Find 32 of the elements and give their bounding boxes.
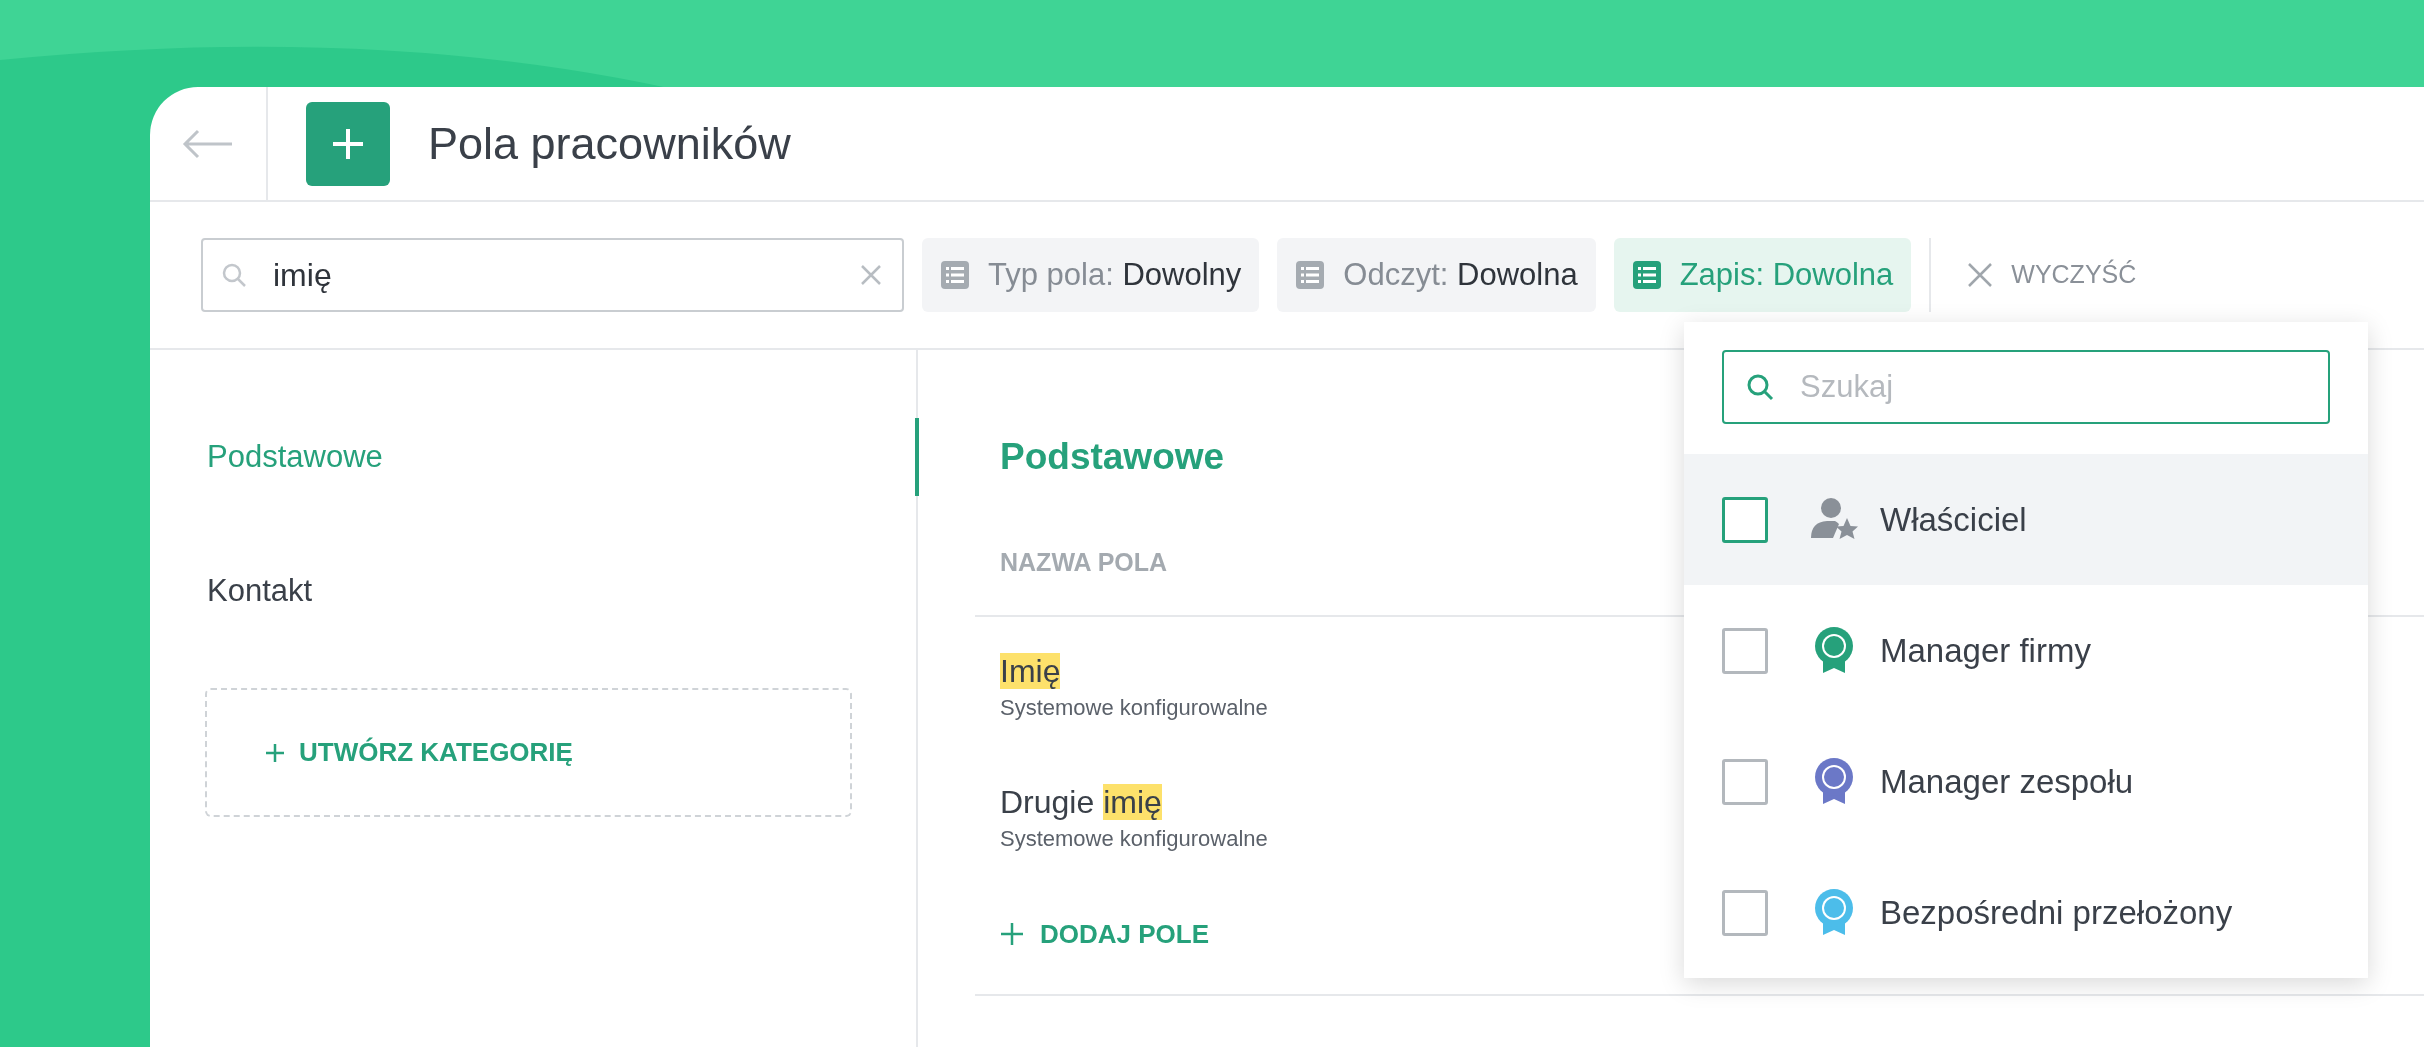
filter-chip[interactable]: Odczyt: Dowolna: [1277, 238, 1596, 312]
field-subtitle: Systemowe konfigurowalne: [1000, 693, 1268, 722]
add-button[interactable]: [306, 101, 390, 186]
plus-icon: [265, 742, 285, 763]
list-icon: [1295, 260, 1326, 290]
search-icon: [1746, 373, 1774, 401]
role-option[interactable]: Manager zespołu: [1684, 716, 2368, 847]
checkbox[interactable]: [1722, 758, 1768, 805]
close-icon: [1967, 262, 1994, 288]
checkbox[interactable]: [1722, 496, 1768, 543]
field-subtitle: Systemowe konfigurowalne: [1000, 824, 1268, 853]
checkbox[interactable]: [1722, 627, 1768, 674]
list-icon: [1631, 260, 1662, 290]
plus-icon: [331, 126, 365, 161]
plus-icon: [1000, 922, 1024, 946]
search-field[interactable]: Szukaj: [1722, 350, 2330, 424]
list-icon: [940, 260, 970, 290]
back-arrow-icon: [182, 128, 234, 159]
role-option[interactable]: Manager firmy: [1684, 585, 2368, 716]
category-item[interactable]: Kontakt: [207, 567, 313, 615]
section-title: Podstawowe: [1000, 435, 1225, 480]
search-field[interactable]: imię: [201, 238, 904, 312]
role-option[interactable]: Właściciel: [1684, 454, 2368, 585]
search-icon: [221, 262, 247, 288]
checkbox[interactable]: [1722, 889, 1768, 936]
field-name: Imię: [1000, 651, 1061, 691]
role-option[interactable]: Bezpośredni przełożony: [1684, 847, 2368, 978]
clear-icon[interactable]: [860, 264, 882, 286]
field-name: Drugie imię: [1000, 782, 1162, 822]
filter-chip[interactable]: Typ pola: Dowolny: [922, 238, 1260, 312]
page-title: Pola pracowników: [428, 116, 791, 171]
column-header: NAZWA POLA: [1000, 547, 1168, 578]
